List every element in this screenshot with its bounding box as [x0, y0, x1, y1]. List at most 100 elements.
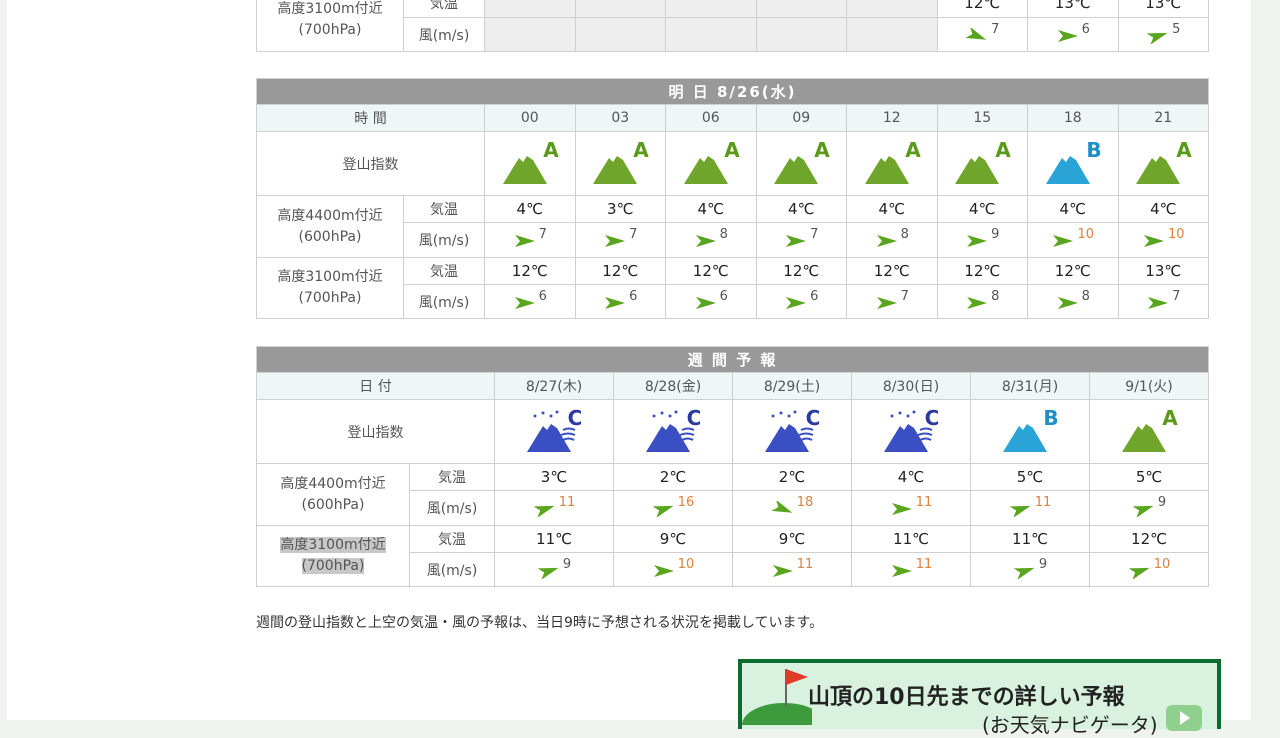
today-wind-cell: [574, 17, 666, 52]
temp600-cell: 2℃: [732, 463, 852, 491]
wind-indicator: 8: [965, 289, 999, 311]
date-cell: 8/27(木): [494, 372, 614, 400]
climb-index-b-icon: B: [970, 399, 1090, 464]
date-cell: 8/30(日): [851, 372, 971, 400]
temp600-cell: 4℃: [1027, 195, 1119, 223]
climb-index-c-icon: C: [732, 399, 852, 464]
wind-indicator: 9: [965, 227, 999, 249]
today-temp-row: 高度3100m付近 (700hPa) 気温 12℃ 13℃ 13℃: [256, 0, 1209, 52]
time-cell: 00: [484, 104, 576, 132]
wind-indicator: 6: [1056, 22, 1090, 44]
date-label: 日 付: [256, 372, 495, 400]
wind-indicator: 7: [875, 289, 909, 311]
wind600-cell: 7: [484, 222, 576, 258]
wind-speed-value: 16: [677, 495, 695, 510]
wind-arrow-icon: [771, 495, 795, 517]
wind-indicator: 8: [694, 227, 728, 249]
temp700-cell: 13℃: [1117, 257, 1210, 285]
temp600-cell: 4℃: [1117, 195, 1210, 223]
climb-index-a-icon: A: [574, 131, 666, 196]
temp700-cell: 12℃: [484, 257, 576, 285]
temp700-cell: 11℃: [851, 525, 971, 553]
wind-indicator: 5: [1146, 22, 1180, 44]
wind-speed-value: 7: [629, 227, 638, 242]
wind-speed-value: 8: [1081, 288, 1090, 304]
wind-speed-value: 11: [915, 556, 933, 572]
wind-indicator: 16: [652, 495, 695, 517]
wind-indicator: 9: [1132, 495, 1166, 517]
climb-index-c-icon: C: [494, 399, 614, 464]
today-temp-cell: 13℃: [1117, 0, 1209, 18]
wind-speed-value: 7: [991, 21, 1000, 37]
wind-speed-value: 6: [629, 288, 638, 304]
wind600-cell: 9: [936, 222, 1028, 258]
wind700-cell: 8: [936, 284, 1028, 319]
wind-speed-value: 9: [562, 556, 572, 572]
climb-index-a-icon: A: [1117, 131, 1210, 196]
climb-index-a-icon: A: [846, 131, 938, 196]
wind600-cell: 18: [732, 490, 852, 526]
wind-label: 風(m/s): [409, 490, 495, 526]
date-cell: 8/29(土): [732, 372, 852, 400]
wind-indicator: 9: [537, 557, 571, 579]
today-temp-cell: [484, 0, 576, 18]
today-wind-cell: 6: [1027, 17, 1119, 52]
weekly-forecast-table: 週 間 予 報 日 付 8/27(木) 8/28(金) 8/29(土) 8/30(日) 8…: [255, 346, 1210, 587]
today-temp-cell: [755, 0, 847, 18]
temp700-cell: 11℃: [970, 525, 1090, 553]
wind-speed-value: 8: [900, 227, 909, 242]
today-temp-cell: [574, 0, 666, 18]
time-cell: 06: [665, 104, 757, 132]
wind-arrow-icon: [513, 289, 537, 311]
wind-indicator: 7: [603, 227, 637, 249]
wind-indicator: 6: [694, 289, 728, 311]
wind700-cell: 7: [1117, 284, 1210, 319]
wind-indicator: 8: [1056, 289, 1090, 311]
temp600-cell: 4℃: [484, 195, 576, 223]
alt4400-label: 高度4400m付近 (600hPa): [256, 463, 410, 526]
alt4400-label: 高度4400m付近 (600hPa): [256, 195, 404, 258]
wind-speed-value: 6: [538, 288, 547, 304]
climb-index-c-icon: C: [851, 399, 971, 464]
climb-index-a-icon: A: [755, 131, 847, 196]
wind600-cell: 7: [574, 222, 666, 258]
wind-label: 風(m/s): [403, 284, 485, 319]
wind-speed-value: 7: [900, 288, 909, 304]
today-wind-cell: [484, 17, 576, 52]
svg-text:C: C: [806, 408, 821, 430]
temp700-cell: 12℃: [574, 257, 666, 285]
flag-hill-icon: [742, 669, 812, 725]
wind-arrow-icon: [784, 227, 808, 249]
svg-text:A: A: [634, 140, 650, 162]
wind-arrow-icon: [875, 227, 899, 249]
wind-arrow-icon: [1146, 22, 1170, 44]
date-cell: 9/1(火): [1088, 372, 1210, 400]
page: 高度3100m付近 (700hPa) 気温 12℃ 13℃ 13℃ 風(m/s) 76…: [7, 0, 1251, 737]
wind-indicator: 7: [1146, 289, 1180, 311]
svg-text:A: A: [1177, 140, 1193, 162]
temp-label: 気温: [409, 463, 495, 491]
wind-speed-value: 10: [1153, 556, 1171, 572]
wind-indicator: 11: [890, 556, 933, 579]
svg-text:A: A: [543, 140, 559, 162]
wind-arrow-icon: [513, 227, 537, 249]
wind600-cell: 8: [665, 222, 757, 258]
wind-indicator: 10: [1051, 227, 1094, 249]
temp600-cell: 5℃: [970, 463, 1090, 491]
wind-arrow-icon: [652, 557, 676, 579]
temp600-cell: 4℃: [755, 195, 847, 223]
wind-speed-value: 11: [558, 495, 576, 510]
temp-label: 気温: [403, 195, 485, 223]
wind700-cell: 6: [755, 284, 847, 319]
wind600-cell: 10: [1027, 222, 1119, 258]
weekly-title: 週 間 予 報: [255, 346, 1210, 373]
wind-arrow-icon: [1013, 557, 1037, 579]
wind-arrow-icon: [694, 227, 718, 249]
banner-title: 山頂の10日先までの詳しい予報: [808, 685, 1125, 710]
ten-day-forecast-banner[interactable]: 山頂の10日先までの詳しい予報 (お天気ナビゲータ): [738, 659, 1221, 737]
temp-label: 気温: [403, 0, 485, 18]
wind-arrow-icon: [1142, 227, 1166, 249]
date-cell: 8/31(月): [970, 372, 1090, 400]
alt3100-label: 高度3100m付近 (700hPa): [256, 525, 410, 587]
temp600-cell: 3℃: [574, 195, 666, 223]
